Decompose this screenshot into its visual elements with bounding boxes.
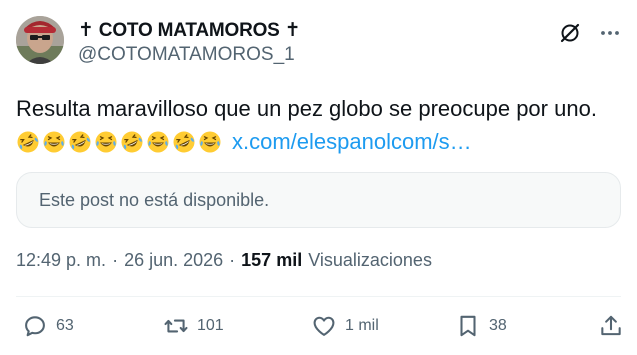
bookmark-button[interactable]: 38 — [455, 313, 507, 339]
repost-icon — [164, 319, 188, 333]
views-count: 157 mil — [241, 250, 303, 270]
share-icon — [601, 315, 621, 336]
like-button[interactable]: 1 mil — [311, 313, 379, 339]
grok-button[interactable] — [557, 20, 583, 46]
joy-emoji-icon — [199, 131, 221, 152]
repost-button[interactable]: 101 — [163, 313, 224, 339]
like-count: 1 mil — [345, 317, 379, 334]
post-top-actions — [557, 20, 623, 46]
repost-count: 101 — [197, 317, 224, 334]
reply-count: 63 — [56, 317, 74, 334]
emoji-row: x.com/elespanolcom/s… — [16, 125, 626, 158]
post-meta: 12:49 p. m. · 26 jun. 2026 · 157 mil Vis… — [16, 250, 432, 271]
bookmark-count: 38 — [489, 317, 507, 334]
joy-emoji-icon — [147, 131, 169, 152]
reply-icon — [25, 316, 45, 337]
grok-icon — [560, 23, 580, 43]
emoji-container — [16, 130, 224, 154]
post-body: Resulta maravilloso que un pez globo se … — [16, 92, 626, 158]
avatar[interactable] — [16, 16, 64, 64]
reply-button[interactable]: 63 — [22, 313, 74, 339]
more-icon — [601, 31, 619, 35]
meta-separator: · — [112, 250, 119, 270]
rofl-emoji-icon — [121, 131, 143, 152]
rofl-emoji-icon — [17, 131, 39, 152]
rofl-emoji-icon — [173, 131, 195, 152]
author-display-name[interactable]: ✝ COTO MATAMOROS ✝ — [78, 19, 301, 42]
avatar-image — [16, 16, 64, 64]
meta-separator: · — [229, 250, 236, 270]
post-link[interactable]: x.com/elespanolcom/s… — [232, 125, 472, 158]
rofl-emoji-icon — [69, 131, 91, 152]
bookmark-icon — [460, 315, 476, 337]
share-button[interactable] — [598, 313, 632, 339]
post-text: Resulta maravilloso que un pez globo se … — [16, 96, 597, 121]
author-name-row[interactable]: ✝ COTO MATAMOROS ✝ — [78, 17, 301, 43]
action-bar: 63 101 1 mil 38 — [0, 313, 637, 343]
more-options-button[interactable] — [597, 20, 623, 46]
quoted-post-card[interactable]: Este post no está disponible. — [16, 172, 621, 228]
post-time[interactable]: 12:49 p. m. — [16, 250, 106, 271]
views-label: Visualizaciones — [308, 250, 432, 270]
joy-emoji-icon — [43, 131, 65, 152]
divider — [16, 296, 621, 297]
heart-icon — [313, 316, 335, 336]
author-handle[interactable]: @COTOMATAMOROS_1 — [78, 44, 295, 66]
quoted-post-unavailable-text: Este post no está disponible. — [39, 189, 270, 210]
post-date[interactable]: 26 jun. 2026 — [124, 250, 223, 271]
joy-emoji-icon — [95, 131, 117, 152]
